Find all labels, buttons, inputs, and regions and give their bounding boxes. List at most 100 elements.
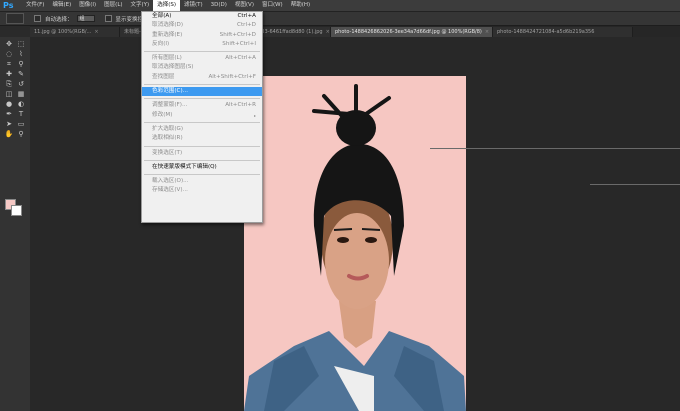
document-tab[interactable]: 11.jpg @ 100%(RGB/... × <box>30 27 120 37</box>
menu-item-label: 反向(I) <box>152 40 170 47</box>
menu-item-label: 取消选择(D) <box>152 22 184 29</box>
select-menu-item: 选取相似(R) <box>142 134 262 143</box>
menu-separator <box>144 84 260 86</box>
select-menu-item[interactable]: 色彩范围(C)... <box>142 87 262 97</box>
tool-preset-picker[interactable] <box>6 13 24 24</box>
background-color-swatch[interactable] <box>11 205 22 216</box>
menu-separator <box>144 98 260 100</box>
menu-item-shortcut: Alt+Ctrl+A <box>225 55 256 62</box>
select-menu-item: 载入选区(O)... <box>142 177 262 186</box>
menu-8[interactable]: 视图(V) <box>231 0 258 11</box>
tool-grid: ✥ ⬚ ◌ ⌇ ⌗ ⚲ ✚ ✎ ⎘ ↺ ◫ ▦ ● ◐ ✒ T ➤ ▭ ✋ ⚲ <box>0 37 30 141</box>
brush-icon[interactable]: ✎ <box>16 70 26 78</box>
menu-7[interactable]: 3D(D) <box>207 0 231 11</box>
close-icon[interactable]: × <box>485 29 489 35</box>
menu-item-label: 查找图层 <box>152 73 175 80</box>
auto-select-dropdown[interactable]: 组 <box>76 15 95 22</box>
hand-icon[interactable]: ✋ <box>4 130 14 138</box>
select-menu-item: 存储选区(V)... <box>142 186 262 195</box>
quick-select-icon[interactable]: ⌇ <box>16 50 26 58</box>
select-menu-item: 取消选择(D) Ctrl+D <box>142 21 262 30</box>
menu-9[interactable]: 窗口(W) <box>258 0 287 11</box>
menu-item-label: 在快速蒙版模式下编辑(Q) <box>152 163 217 170</box>
auto-select-checkbox[interactable] <box>34 15 41 22</box>
auto-select-label: 自动选择： <box>45 16 73 23</box>
menu-separator <box>144 159 260 161</box>
text-icon[interactable]: T <box>16 110 26 118</box>
menu-item-shortcut: Ctrl+D <box>237 22 256 29</box>
select-menu-item: 所有图层(L) Alt+Ctrl+A <box>142 54 262 63</box>
eyedropper-icon[interactable]: ⚲ <box>16 60 26 68</box>
blur-icon[interactable]: ● <box>4 100 14 108</box>
history-brush-icon[interactable]: ↺ <box>16 80 26 88</box>
menu-item-shortcut: Alt+Ctrl+R <box>225 102 256 109</box>
menu-item-label: 存储选区(V)... <box>152 187 188 194</box>
menu-bar: Ps 文件(F) 编辑(E) 图像(I) 图层(L) 文字(Y) 选择(S) 滤镜(T) 3D… <box>0 0 680 12</box>
close-icon[interactable]: × <box>326 29 330 35</box>
healing-icon[interactable]: ✚ <box>4 70 14 78</box>
menu-0[interactable]: 文件(F) <box>22 0 48 11</box>
menu-item-label: 修改(M) <box>152 111 173 118</box>
select-menu-item: 变换选区(T) <box>142 149 262 158</box>
menu-item-shortcut: Alt+Shift+Ctrl+F <box>208 73 256 80</box>
menu-3[interactable]: 图层(L) <box>100 0 126 11</box>
close-icon[interactable]: × <box>94 29 98 35</box>
menu-item-label: 重新选择(E) <box>152 31 183 38</box>
document-tabs: 11.jpg @ 100%(RGB/...×未标题-1 @ 66.7%(RGB/… <box>30 26 680 37</box>
dodge-icon[interactable]: ◐ <box>16 100 26 108</box>
photoshop-logo[interactable]: Ps <box>3 1 17 11</box>
eraser-icon[interactable]: ◫ <box>4 90 14 98</box>
menu-separator <box>144 174 260 176</box>
menu-6[interactable]: 滤镜(T) <box>180 0 207 11</box>
menu-item-shortcut: Shift+Ctrl+D <box>219 31 256 38</box>
document-tab[interactable]: photo-1488426862026-3ee34a7d66df.jpg @ 1… <box>331 27 493 37</box>
document-tab[interactable]: photo-1488424721084-a5d6b219a356 <box>493 27 633 37</box>
menu-items: 文件(F) 编辑(E) 图像(I) 图层(L) 文字(Y) 选择(S) 滤镜(T) 3D(D)… <box>22 0 314 11</box>
menu-separator <box>144 51 260 53</box>
menu-1[interactable]: 编辑(E) <box>48 0 75 11</box>
menu-2[interactable]: 图像(I) <box>75 0 100 11</box>
menu-item-label: 扩大选取(G) <box>152 125 184 132</box>
tools-panel: ✥ ⬚ ◌ ⌇ ⌗ ⚲ ✚ ✎ ⎘ ↺ ◫ ▦ ● ◐ ✒ T ➤ ▭ ✋ ⚲ <box>0 37 31 411</box>
menu-item-label: 变换选区(T) <box>152 149 183 156</box>
document-image[interactable] <box>244 76 466 411</box>
tab-label: photo-1488426862026-3ee34a7d66df.jpg @ 1… <box>335 29 482 35</box>
select-menu-dropdown: 全部(A) Ctrl+A 取消选择(D) Ctrl+D 重新选择(E) Shift+Ctr… <box>141 11 263 223</box>
menu-separator <box>144 145 260 147</box>
menu-10[interactable]: 帮助(H) <box>287 0 314 11</box>
menu-5[interactable]: 选择(S) <box>153 0 180 11</box>
select-menu-item: 取消选择图层(S) <box>142 63 262 72</box>
menu-item-shortcut: Shift+Ctrl+I <box>222 40 256 47</box>
menu-item-label: 取消选择图层(S) <box>152 64 194 71</box>
select-menu-item: 扩大选取(G) <box>142 125 262 134</box>
select-menu-item[interactable]: 在快速蒙版模式下编辑(Q) <box>142 163 262 172</box>
menu-item-label: 色彩范围(C)... <box>152 88 188 95</box>
menu-item-label: 所有图层(L) <box>152 55 182 62</box>
select-menu-item[interactable]: 全部(A) Ctrl+A <box>142 12 262 21</box>
stamp-icon[interactable]: ⎘ <box>4 80 14 88</box>
marquee-icon[interactable]: ⬚ <box>16 40 26 48</box>
submenu-arrow-icon: ▸ <box>253 112 256 118</box>
guide-line <box>430 148 680 149</box>
move-icon[interactable]: ✥ <box>4 40 14 48</box>
select-menu-item: 调整蒙版(F)... Alt+Ctrl+R <box>142 101 262 110</box>
menu-4[interactable]: 文字(Y) <box>127 0 154 11</box>
gradient-icon[interactable]: ▦ <box>16 90 26 98</box>
menu-item-label: 载入选区(O)... <box>152 178 189 185</box>
zoom-icon[interactable]: ⚲ <box>16 130 26 138</box>
lasso-icon[interactable]: ◌ <box>4 50 14 58</box>
tab-label: 11.jpg @ 100%(RGB/... <box>34 29 92 35</box>
select-menu-item: 查找图层 Alt+Shift+Ctrl+F <box>142 73 262 82</box>
select-menu-item: 修改(M) ▸ <box>142 111 262 120</box>
crop-icon[interactable]: ⌗ <box>4 60 14 68</box>
pen-icon[interactable]: ✒ <box>4 110 14 118</box>
tab-label: photo-1488424721084-a5d6b219a356 <box>497 29 595 35</box>
shape-icon[interactable]: ▭ <box>16 120 26 128</box>
show-transform-checkbox[interactable] <box>104 15 112 22</box>
select-menu-item: 反向(I) Shift+Ctrl+I <box>142 40 262 49</box>
guide-line <box>590 184 680 185</box>
menu-item-label: 调整蒙版(F)... <box>152 102 188 109</box>
path-select-icon[interactable]: ➤ <box>4 120 14 128</box>
menu-item-label: 选取相似(R) <box>152 135 183 142</box>
portrait-photo <box>244 76 466 411</box>
